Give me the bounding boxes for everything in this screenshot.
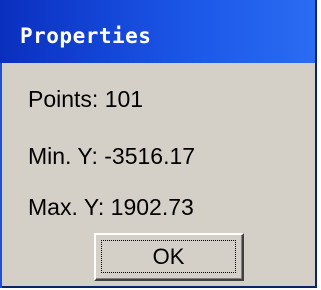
ok-button-label: OK bbox=[152, 243, 185, 269]
dialog-title: Properties bbox=[20, 24, 152, 48]
title-bar[interactable]: Properties bbox=[0, 0, 315, 63]
properties-dialog: Properties Points: 101 Min. Y: -3516.17 … bbox=[0, 0, 317, 288]
ok-button[interactable]: OK bbox=[94, 233, 244, 281]
window-frame-left bbox=[0, 63, 2, 288]
min-y-text: Min. Y: -3516.17 bbox=[28, 143, 196, 169]
ok-button-focus-ring: OK bbox=[101, 240, 236, 273]
max-y-text: Max. Y: 1902.73 bbox=[28, 194, 194, 220]
points-count-text: Points: 101 bbox=[28, 86, 144, 112]
